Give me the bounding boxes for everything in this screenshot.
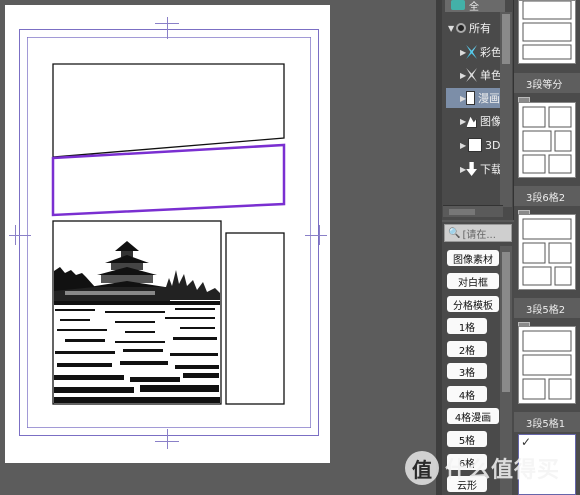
tree-item-3d[interactable]: ▶ 3D [460,135,502,155]
template-thumbnail[interactable] [518,214,576,290]
material-tab-label: 全 [469,2,479,13]
tag-frame-template[interactable]: 分格模板 [447,296,499,312]
tree-item-label: 所有 [469,22,491,35]
thumbnail-preview [522,218,572,286]
color-icon [466,45,477,59]
search-placeholder: [请在... [462,229,496,241]
tag-image-material[interactable]: 图像素材 [447,250,499,266]
scroll-thumb[interactable] [502,14,510,64]
manga-icon [466,91,475,105]
scroll-thumb[interactable] [502,252,510,392]
frame-panel-1 [52,63,285,158]
thumbnail-label: 3段等分 [514,73,580,93]
tree-item-label: 下载 [480,163,502,176]
tree-item-color[interactable]: ▶ 彩色 [460,42,502,62]
thumbnail-label: 3段5格1 [514,412,580,432]
image-icon [466,116,477,128]
collapse-arrow-icon: ▶ [460,140,467,150]
thumbnail-label: 3段5格2 [514,298,580,318]
thumbnail-preview [522,0,572,60]
tree-horizontal-scrollbar[interactable] [443,205,503,217]
manga-page[interactable] [5,5,330,463]
material-logo-icon [451,0,465,10]
template-thumbnail[interactable] [518,326,576,404]
app-window: 全 ▼ 所有 ▶ 彩色 ▶ 单色 ▶ 漫画 ▶ 图像 ▶ 3D ▶ 下载 🔍 [… [0,0,580,495]
expand-arrow-icon: ▼ [448,23,455,33]
tree-item-label: 漫画 [478,92,500,105]
search-input[interactable]: 🔍 [请在... [444,224,512,242]
tree-item-label: 3D [485,138,501,152]
tree-item-manga[interactable]: ▶ 漫画 [446,88,500,108]
thumbnail-preview [522,106,572,174]
search-icon: 🔍 [448,227,461,239]
watermark: 值 什么值得买 [405,448,560,488]
watermark-badge: 值 [405,451,439,485]
mono-icon [466,68,477,82]
all-materials-icon [456,23,466,33]
frame-panel-2-selected [51,143,286,217]
tree-item-mono[interactable]: ▶ 单色 [460,65,502,85]
tree-vertical-scrollbar[interactable] [500,12,512,207]
scroll-thumb[interactable] [449,209,475,215]
canvas-area[interactable] [0,0,436,495]
collapse-arrow-icon: ▶ [460,47,467,57]
checkmark-icon: ✓ [521,435,532,449]
material-tab[interactable]: 全 [445,0,505,13]
tag-3-panel[interactable]: 3格 [447,363,487,379]
tree-item-label: 彩色 [480,46,502,59]
collapse-arrow-icon: ▶ [460,164,467,174]
tag-1-panel[interactable]: 1格 [447,318,487,334]
tag-4-panel[interactable]: 4格 [447,386,487,402]
watermark-text: 什么值得买 [445,458,561,483]
download-icon [466,162,477,176]
tree-item-image[interactable]: ▶ 图像 [460,111,502,131]
tag-4-panel-manga[interactable]: 4格漫画 [447,408,499,424]
collapse-arrow-icon: ▶ [460,70,467,80]
thumbnail-label: 3段6格2 [514,186,580,206]
tag-speech-bubble[interactable]: 对白框 [447,273,499,289]
tree-item-label: 图像 [480,115,502,128]
tag-5-panel[interactable]: 5格 [447,431,487,447]
collapse-arrow-icon: ▶ [460,116,467,126]
tag-2-panel[interactable]: 2格 [447,341,487,357]
tree-item-all[interactable]: ▼ 所有 [448,18,500,38]
template-thumbnail[interactable] [518,102,576,178]
tree-item-label: 单色 [480,69,502,82]
3d-icon [468,138,482,152]
template-thumbnail[interactable] [518,0,576,64]
frame-panel-4 [225,232,285,405]
panel-layout [51,63,286,405]
tree-item-download[interactable]: ▶ 下载 [460,159,502,179]
thumbnail-preview [522,330,572,400]
